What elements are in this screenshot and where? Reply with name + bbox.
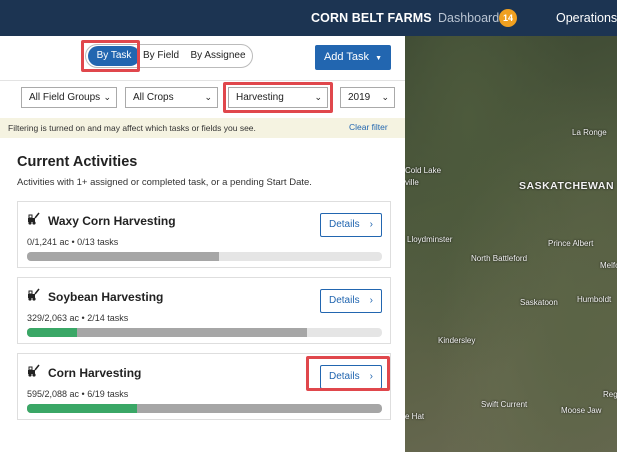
map-label: Cold Lake	[405, 166, 442, 175]
details-label: Details	[329, 219, 360, 230]
activity-progress	[27, 328, 382, 337]
activity-progress	[27, 252, 382, 261]
acres-done-progress-bar	[27, 404, 138, 413]
details-button[interactable]: Details ›	[320, 289, 382, 313]
map-label: Moose Jaw	[561, 406, 602, 415]
crops-select[interactable]: All Crops ⌄	[125, 87, 218, 108]
brand-name[interactable]: CORN BELT FARMS	[311, 11, 432, 25]
chevron-down-icon: ⌄	[103, 92, 111, 102]
by-field-button[interactable]: By Field	[142, 45, 180, 67]
map-label: Humboldt	[577, 295, 612, 304]
field-groups-value: All Field Groups	[29, 92, 101, 103]
details-button[interactable]: Details ›	[320, 213, 382, 237]
activity-card: Waxy Corn Harvesting 0/1,241 ac • 0/13 t…	[17, 201, 391, 268]
by-assignee-button[interactable]: By Assignee	[186, 45, 250, 67]
activity-stats: 329/2,063 ac • 2/14 tasks	[27, 313, 129, 323]
add-task-button[interactable]: Add Task ▼	[315, 45, 391, 70]
map-label: North Battleford	[471, 254, 528, 263]
map-label: La Ronge	[572, 128, 607, 137]
harvester-icon	[28, 288, 40, 301]
year-value: 2019	[348, 92, 371, 103]
activities-subtitle: Activities with 1+ assigned or completed…	[17, 177, 312, 188]
filter-notice-text: Filtering is turned on and may affect wh…	[8, 123, 256, 133]
map-label: Kindersley	[438, 336, 476, 345]
activity-name: Waxy Corn Harvesting	[48, 214, 176, 228]
acres-done-progress-bar	[27, 328, 77, 337]
map-label: Melfo	[600, 261, 617, 270]
map-label: e Hat	[405, 412, 425, 421]
activity-stats: 0/1,241 ac • 0/13 tasks	[27, 237, 119, 247]
activity-name: Soybean Harvesting	[48, 290, 164, 304]
map-label: Lloydminster	[407, 235, 453, 244]
chevron-right-icon: ›	[369, 295, 373, 306]
details-label: Details	[329, 295, 360, 306]
chevron-down-icon: ⌄	[381, 92, 389, 102]
clear-filter-link[interactable]: Clear filter	[349, 122, 388, 132]
by-task-highlight	[81, 40, 140, 72]
map-label: Swift Current	[481, 400, 528, 409]
activity-stats: 595/2,088 ac • 6/19 tasks	[27, 389, 129, 399]
nav-dashboard[interactable]: Dashboard	[438, 11, 499, 25]
caret-down-icon: ▼	[375, 55, 383, 62]
activity-card: Soybean Harvesting 329/2,063 ac • 2/14 t…	[17, 277, 391, 344]
nav-operations[interactable]: Operations	[556, 11, 617, 25]
dashboard-count-badge: 14	[499, 9, 517, 27]
activities-title: Current Activities	[17, 154, 138, 170]
activity-name: Corn Harvesting	[48, 366, 142, 380]
chevron-right-icon: ›	[369, 219, 373, 230]
corn-details-highlight	[306, 356, 390, 391]
filter-notice-bar: Filtering is turned on and may affect wh…	[0, 118, 405, 138]
tasks-progress-bar	[27, 252, 219, 261]
crops-value: All Crops	[133, 92, 174, 103]
activity-progress	[27, 404, 382, 413]
satellite-map[interactable]: La Ronge Cold Lake ville SASKATCHEWAN Ll…	[405, 36, 617, 452]
top-nav-bar: CORN BELT FARMS Dashboard 14 Operations	[0, 0, 617, 36]
map-label: Regi	[603, 390, 617, 399]
harvester-icon	[28, 364, 40, 377]
chevron-down-icon: ⌄	[204, 92, 212, 102]
year-select[interactable]: 2019 ⌄	[340, 87, 395, 108]
map-label: ville	[405, 178, 419, 187]
field-groups-select[interactable]: All Field Groups ⌄	[21, 87, 117, 108]
map-label: Saskatoon	[520, 298, 558, 307]
harvester-icon	[28, 212, 40, 225]
operation-filter-highlight	[223, 82, 333, 113]
map-label: SASKATCHEWAN	[519, 180, 615, 192]
add-task-label: Add Task	[323, 51, 370, 63]
map-label: Prince Albert	[548, 239, 594, 248]
